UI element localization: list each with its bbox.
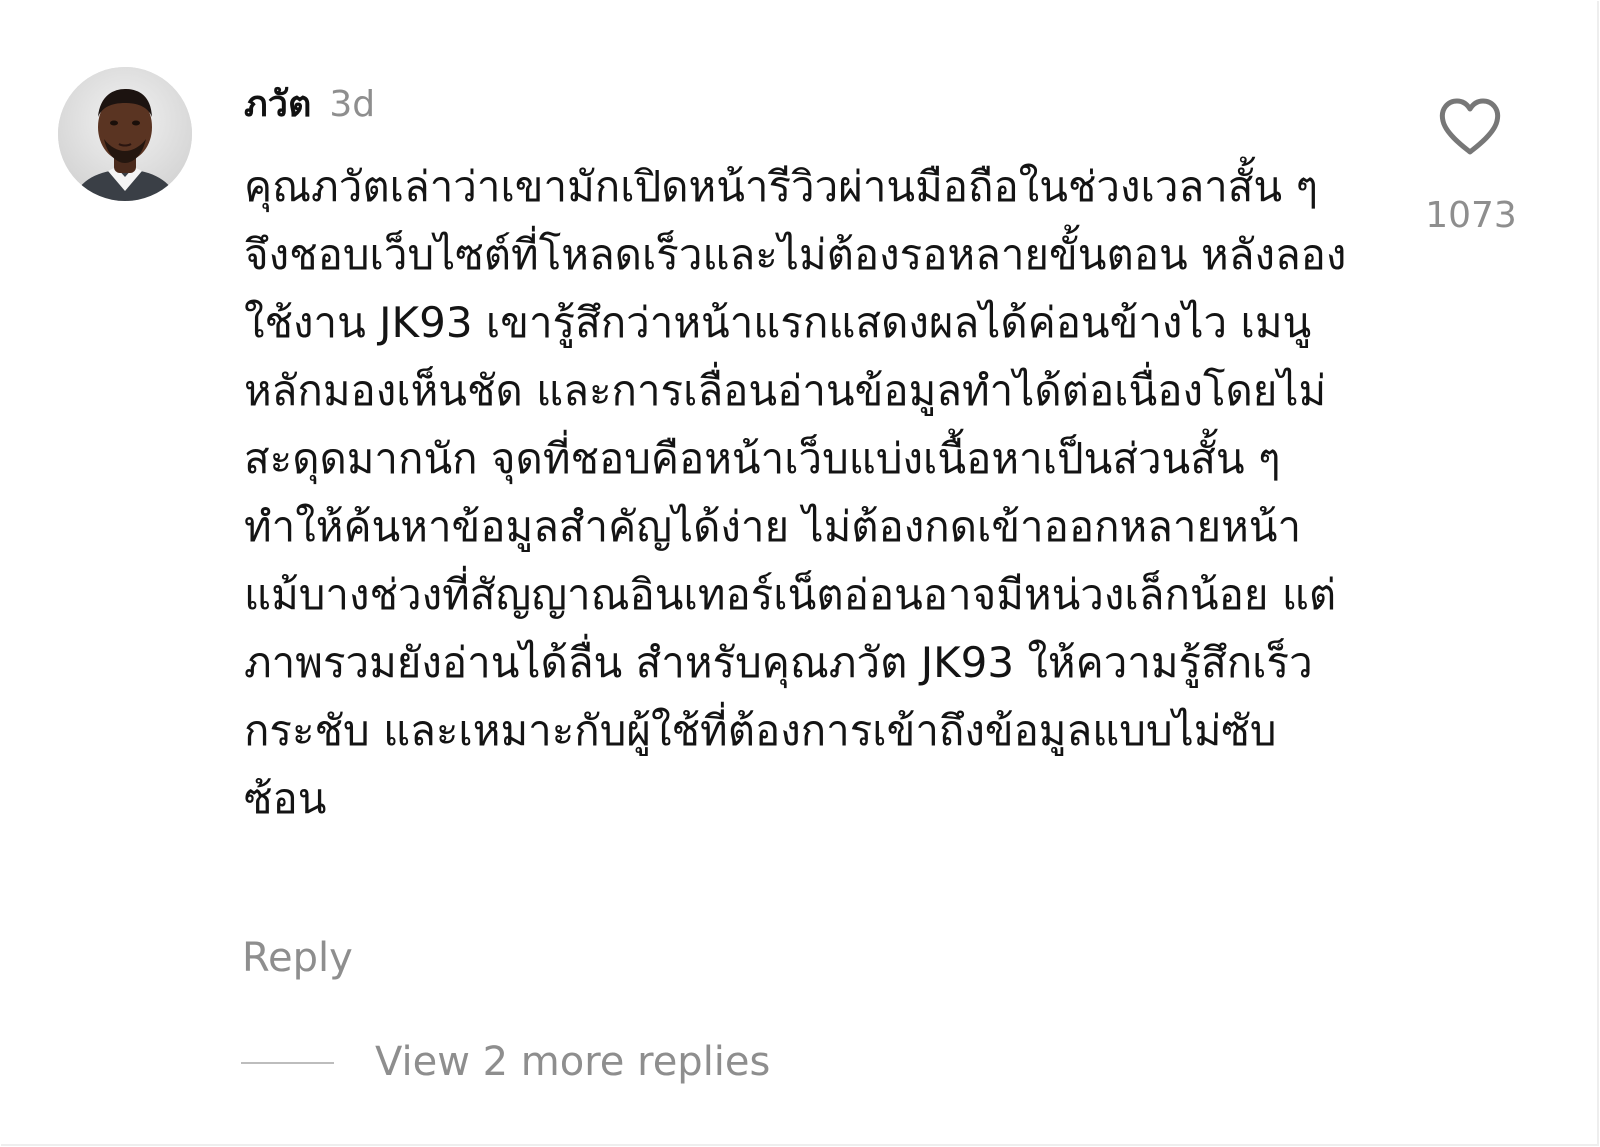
like-count: 1073 (1425, 195, 1517, 236)
reply-button[interactable]: Reply (242, 935, 353, 981)
username[interactable]: ภวัต (244, 75, 311, 132)
avatar[interactable] (58, 67, 192, 201)
comment-text: คุณภวัตเล่าว่าเขามักเปิดหน้ารีวิวผ่านมือ… (244, 162, 1347, 823)
avatar-photo (58, 67, 192, 201)
heart-outline-icon (1439, 98, 1501, 155)
view-more-replies-button[interactable]: View 2 more replies (375, 1039, 770, 1085)
comment-header: ภวัต 3d (244, 75, 375, 125)
comment-card: ภวัต 3d คุณภวัตเล่าว่าเขามักเปิดหน้ารีวิ… (1, 1, 1599, 1146)
timestamp: 3d (329, 84, 376, 125)
like-button[interactable] (1438, 97, 1502, 157)
replies-divider (241, 1062, 334, 1064)
